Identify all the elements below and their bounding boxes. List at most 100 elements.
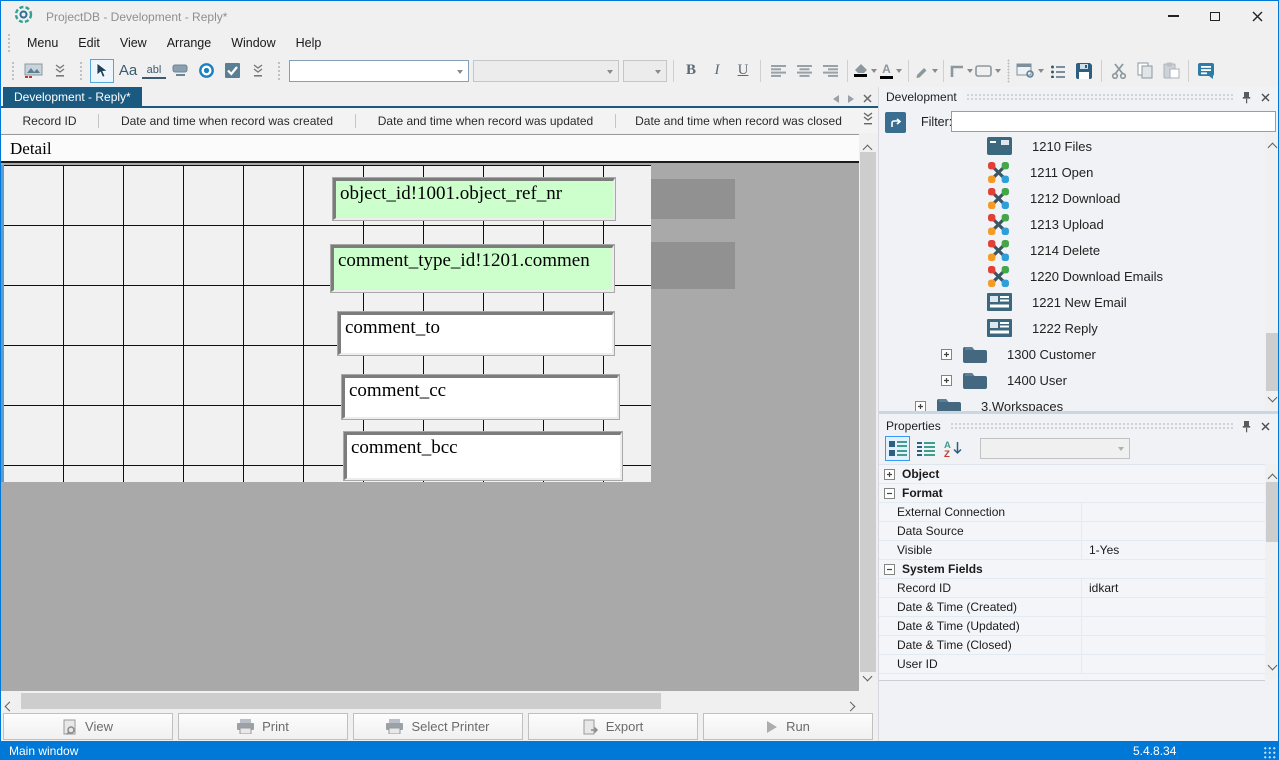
collapse-icon[interactable] [884, 564, 895, 575]
prop-date-created[interactable]: Date & Time (Created) [879, 598, 1265, 617]
image-tool-icon[interactable] [22, 59, 46, 83]
prop-data-source[interactable]: Data Source [879, 522, 1265, 541]
cut-button[interactable] [1107, 59, 1131, 83]
tab-scroll-right-icon[interactable] [848, 95, 854, 103]
menu-window[interactable]: Window [221, 34, 285, 52]
expand-icon[interactable] [941, 349, 952, 360]
tree-item-1300-customer[interactable]: 1300 Customer [879, 341, 1264, 367]
tree-scrollbar[interactable] [1265, 133, 1279, 411]
sort-alphabetical-button[interactable]: AZ [941, 436, 966, 461]
select-printer-button[interactable]: Select Printer [353, 713, 523, 740]
border-tool-button[interactable] [949, 59, 973, 83]
minimize-button[interactable] [1152, 1, 1194, 31]
tree-item-1400-user[interactable]: 1400 User [879, 367, 1264, 393]
header-overflow-icon[interactable] [863, 111, 873, 130]
tree-item-1221-new-email[interactable]: 1221 New Email [879, 289, 1264, 315]
property-object-combobox[interactable] [980, 438, 1130, 459]
filter-input[interactable] [951, 111, 1276, 132]
label-tool-button[interactable]: Aa [116, 59, 140, 83]
tree-item-1212-download[interactable]: 1212 Download [879, 185, 1264, 211]
style-combobox[interactable] [289, 60, 469, 82]
fontsize-combobox[interactable] [623, 60, 667, 82]
notes-button[interactable] [1194, 59, 1218, 83]
italic-button[interactable]: I [705, 59, 729, 83]
export-button[interactable]: Export [528, 713, 698, 740]
field-object-ref[interactable]: object_id!1001.object_ref_nr [333, 178, 615, 220]
toolbar-overflow-icon[interactable] [48, 59, 72, 83]
field-comment-cc[interactable]: comment_cc [342, 375, 619, 419]
pin-icon[interactable] [1242, 91, 1251, 104]
align-left-icon[interactable] [766, 59, 790, 83]
bold-button[interactable]: B [679, 59, 703, 83]
panel-splitter[interactable] [879, 411, 1279, 414]
canvas-horizontal-scrollbar[interactable] [1, 691, 859, 711]
shape-tool-button[interactable] [975, 59, 1001, 83]
pen-tool-button[interactable] [914, 59, 938, 83]
expand-icon[interactable] [915, 401, 926, 412]
maximize-button[interactable] [1194, 1, 1236, 31]
tab-close-icon[interactable] [863, 90, 872, 108]
column-record-id[interactable]: Record ID [1, 114, 98, 128]
textbox-tool-button[interactable]: abl [142, 63, 166, 79]
tree-item-1222-reply[interactable]: 1222 Reply [879, 315, 1264, 341]
resize-grip[interactable] [1263, 746, 1276, 759]
scrollbar-thumb[interactable] [1266, 482, 1279, 542]
scroll-down-icon[interactable] [864, 667, 871, 685]
scroll-down-icon[interactable] [1269, 656, 1276, 674]
scrollbar-thumb[interactable] [1266, 333, 1279, 391]
pin-icon[interactable] [1242, 420, 1251, 433]
tab-scroll-left-icon[interactable] [833, 95, 839, 103]
toolbar-overflow-icon[interactable] [246, 59, 270, 83]
field-comment-bcc[interactable]: comment_bcc [344, 432, 622, 480]
list-view-button[interactable] [913, 436, 938, 461]
properties-scrollbar[interactable] [1265, 464, 1279, 679]
tab-development-reply[interactable]: Development - Reply* [3, 87, 142, 106]
menu-menu[interactable]: Menu [17, 34, 68, 52]
toolbar-grip[interactable] [11, 61, 15, 81]
column-created[interactable]: Date and time when record was created [98, 114, 355, 128]
print-button[interactable]: Print [178, 713, 348, 740]
prop-visible[interactable]: Visible 1-Yes [879, 541, 1265, 560]
field-list-button[interactable] [1046, 59, 1070, 83]
menu-help[interactable]: Help [286, 34, 332, 52]
prop-date-updated[interactable]: Date & Time (Updated) [879, 617, 1265, 636]
expand-icon[interactable] [884, 469, 895, 480]
tree-item-1214-delete[interactable]: 1214 Delete [879, 237, 1264, 263]
locate-object-button[interactable] [885, 112, 906, 133]
scroll-down-icon[interactable] [1269, 388, 1276, 406]
group-format[interactable]: Format [879, 484, 1265, 503]
prop-date-closed[interactable]: Date & Time (Closed) [879, 636, 1265, 655]
underline-button[interactable]: U [731, 59, 755, 83]
field-comment-to[interactable]: comment_to [338, 312, 614, 355]
checkbox-tool-button[interactable] [220, 59, 244, 83]
menubar-grip[interactable] [7, 33, 11, 53]
save-button[interactable] [1072, 59, 1096, 83]
close-button[interactable] [1236, 1, 1278, 31]
form-lookup-button[interactable] [1016, 59, 1044, 83]
prop-record-id[interactable]: Record ID idkart [879, 579, 1265, 598]
tree-item-1210-files[interactable]: 1210 Files [879, 133, 1264, 159]
font-combobox[interactable] [473, 60, 619, 82]
canvas-vertical-scrollbar[interactable] [859, 134, 877, 691]
close-panel-icon[interactable] [1261, 422, 1270, 431]
tree-item-3-workspaces[interactable]: 3.Workspaces [879, 393, 1264, 411]
toolbar-grip[interactable] [79, 61, 83, 81]
paste-button[interactable] [1159, 59, 1183, 83]
form-designer-canvas[interactable]: Detail object_id!1001.object_ref_nr comm… [1, 134, 859, 692]
scroll-up-icon[interactable] [1269, 138, 1276, 156]
pointer-tool-button[interactable] [90, 59, 114, 83]
detail-band-header[interactable]: Detail [1, 135, 859, 163]
menu-view[interactable]: View [110, 34, 157, 52]
prop-external-connection[interactable]: External Connection [879, 503, 1265, 522]
fill-color-button[interactable] [853, 59, 877, 83]
menu-arrange[interactable]: Arrange [157, 34, 221, 52]
copy-button[interactable] [1133, 59, 1157, 83]
field-comment-type[interactable]: comment_type_id!1201.commen [331, 245, 614, 292]
tree-item-1211-open[interactable]: 1211 Open [879, 159, 1264, 185]
group-object[interactable]: Object [879, 465, 1265, 484]
toolbar-grip[interactable] [277, 61, 281, 81]
column-updated[interactable]: Date and time when record was updated [355, 114, 615, 128]
radiobutton-tool-button[interactable] [194, 59, 218, 83]
close-panel-icon[interactable] [1261, 93, 1270, 102]
categorized-view-button[interactable] [885, 436, 910, 461]
